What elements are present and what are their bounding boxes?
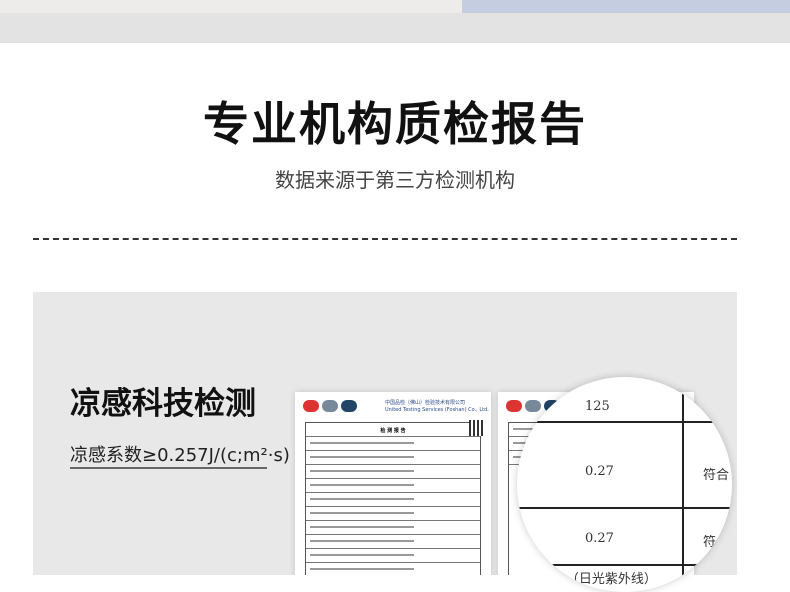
page-subtitle: 数据来源于第三方检测机构 bbox=[275, 168, 515, 192]
org-cn: 中国品检（佛山）检验技术有限公司 bbox=[385, 400, 466, 406]
mag-value-1: 0.27 bbox=[585, 464, 614, 479]
page-title: 专业机构质检报告 bbox=[203, 97, 587, 151]
org-en: United Testing Services (Foshan) Co., Lt… bbox=[385, 407, 489, 413]
mag-result-2: 符合 bbox=[703, 535, 730, 550]
mag-result-1: 符合 bbox=[703, 468, 730, 483]
report-table: 检 测 报 告 bbox=[305, 422, 481, 575]
report-image-1: 中国品检（佛山）检验技术有限公司 United Testing Services … bbox=[295, 392, 491, 575]
ilac-logo-icon bbox=[322, 400, 338, 412]
magnifier-circle: 125 0.27 符合 0.27 符合 UVA（日光紫外线） bbox=[517, 377, 732, 592]
top-banner-right bbox=[462, 0, 790, 13]
cnas-logo-icon bbox=[341, 400, 357, 412]
cma-logo-icon bbox=[506, 400, 522, 412]
ilac-logo-icon bbox=[525, 400, 541, 412]
mag-bottom-label: UVA（日光紫外线） bbox=[537, 572, 657, 587]
dashed-divider bbox=[33, 238, 737, 240]
top-banner-left bbox=[0, 0, 462, 13]
cert-logos bbox=[303, 400, 357, 412]
mag-value-2: 0.27 bbox=[585, 531, 614, 546]
report-table-title: 检 测 报 告 bbox=[306, 423, 480, 437]
qr-code-icon bbox=[469, 420, 485, 436]
mag-top-value: 125 bbox=[585, 399, 610, 414]
top-band bbox=[0, 13, 790, 43]
feature-heading: 凉感科技检测 bbox=[70, 386, 256, 422]
spec-underline bbox=[70, 467, 267, 469]
report-org: 中国品检（佛山）检验技术有限公司 United Testing Services … bbox=[385, 400, 489, 414]
cma-logo-icon bbox=[303, 400, 319, 412]
feature-spec: 凉感系数≥0.257J/(c;m²·s) bbox=[70, 445, 290, 466]
